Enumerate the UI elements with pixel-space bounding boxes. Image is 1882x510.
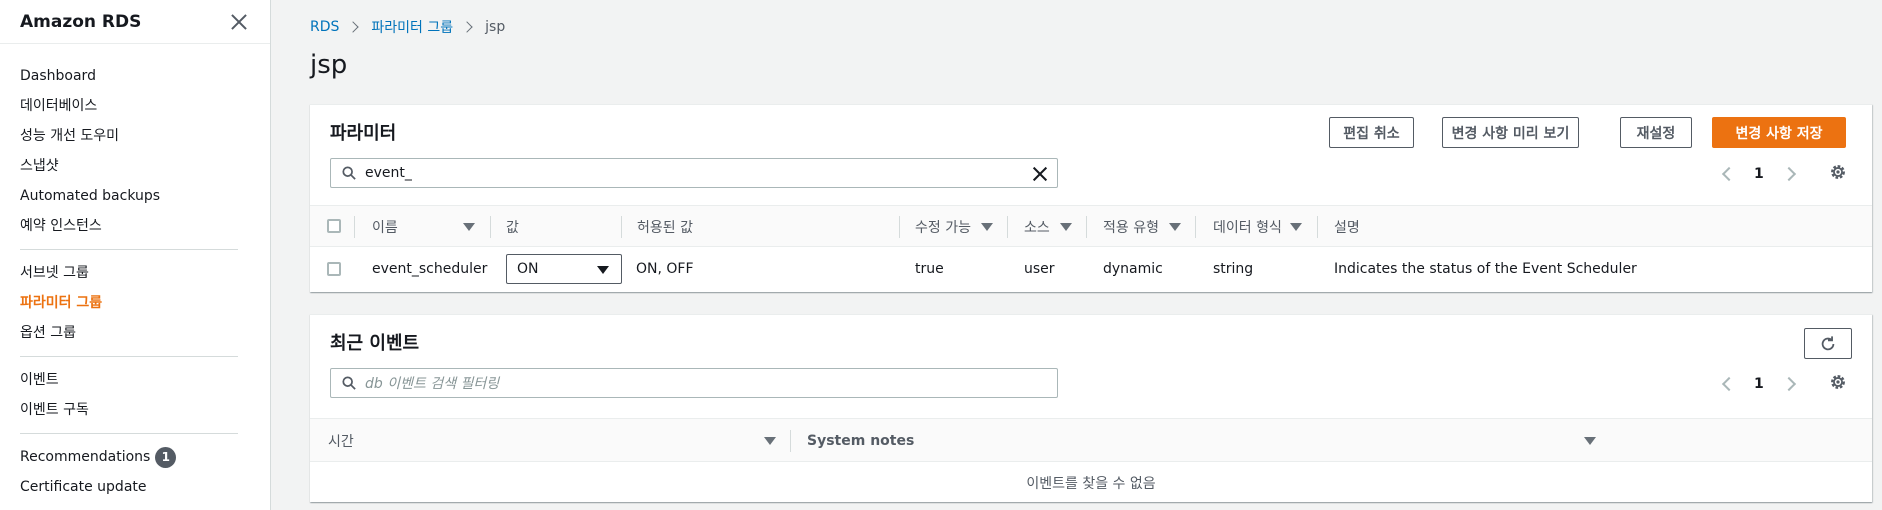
sidebar-item-databases[interactable]: 데이터베이스 (20, 91, 270, 121)
sort-icon[interactable] (981, 223, 993, 231)
gear-icon[interactable] (1829, 373, 1847, 391)
sidebar-item-automated-backups[interactable]: Automated backups (20, 181, 270, 211)
parameters-pagination: 1 (1721, 166, 1796, 182)
sort-icon[interactable] (764, 437, 776, 445)
sidebar-group-2: 서브넷 그룹 파라미터 그룹 옵션 그룹 (0, 250, 270, 354)
column-header-apply-type[interactable]: 적용 유형 (1103, 206, 1159, 248)
breadcrumb-rds[interactable]: RDS (310, 19, 339, 35)
sort-icon[interactable] (463, 223, 475, 231)
cell-data-type: string (1213, 261, 1254, 277)
parameters-panel-title: 파라미터 (330, 123, 397, 144)
column-header-system-notes[interactable]: System notes (807, 419, 914, 463)
search-icon (342, 376, 356, 390)
events-table-header: 시간 System notes (310, 418, 1872, 462)
chevron-right-icon[interactable] (1781, 376, 1796, 392)
recent-events-title: 최근 이벤트 (330, 333, 420, 354)
parameters-search-input[interactable]: event_ (330, 158, 1058, 188)
sidebar: Amazon RDS Dashboard 데이터베이스 성능 개선 도우미 스냅… (0, 0, 271, 510)
sort-icon[interactable] (1584, 437, 1596, 445)
sidebar-group-4: Recommendations 1 Certificate update (0, 434, 270, 508)
sidebar-item-dashboard[interactable]: Dashboard (20, 61, 270, 91)
sidebar-item-recommendations[interactable]: Recommendations 1 (20, 442, 270, 472)
breadcrumb-current: jsp (485, 19, 506, 35)
sidebar-item-subnet-groups[interactable]: 서브넷 그룹 (20, 258, 270, 288)
chevron-left-icon[interactable] (1721, 376, 1737, 392)
recommendations-count-badge: 1 (155, 446, 177, 468)
column-header-time[interactable]: 시간 (328, 419, 354, 463)
chevron-right-icon (347, 21, 360, 33)
cell-apply-type: dynamic (1103, 261, 1163, 277)
parameters-table-header: 이름 값 허용된 값 수정 가능 소스 적용 유형 데이터 형식 설명 (310, 205, 1872, 247)
row-checkbox[interactable] (327, 262, 341, 276)
recent-events-panel: 최근 이벤트 db 이벤트 검색 필터링 1 시간 System notes 이… (310, 314, 1872, 502)
empty-state-message: 이벤트를 찾을 수 없음 (1026, 476, 1156, 492)
sidebar-item-label: Recommendations (20, 449, 151, 465)
sidebar-item-snapshots[interactable]: 스냅샷 (20, 151, 270, 181)
close-icon[interactable] (228, 11, 250, 33)
sidebar-group-1: Dashboard 데이터베이스 성능 개선 도우미 스냅샷 Automated… (0, 44, 270, 247)
search-value: event_ (365, 165, 412, 181)
column-header-source[interactable]: 소스 (1024, 206, 1050, 248)
save-changes-button[interactable]: 변경 사항 저장 (1712, 117, 1846, 148)
refresh-icon (1821, 335, 1835, 350)
sort-icon[interactable] (1169, 223, 1181, 231)
cancel-edit-button[interactable]: 편집 취소 (1329, 117, 1414, 148)
search-icon (342, 166, 356, 180)
preview-changes-button[interactable]: 변경 사항 미리 보기 (1442, 117, 1579, 148)
cell-allowed-values: ON, OFF (636, 261, 694, 277)
breadcrumb-parameter-groups[interactable]: 파라미터 그룹 (371, 17, 453, 37)
parameters-panel: 파라미터 편집 취소 변경 사항 미리 보기 재설정 변경 사항 저장 even… (310, 104, 1872, 292)
sidebar-item-option-groups[interactable]: 옵션 그룹 (20, 318, 270, 348)
page-number[interactable]: 1 (1754, 166, 1764, 182)
sidebar-group-3: 이벤트 이벤트 구독 (0, 357, 270, 431)
column-header-allowed-values[interactable]: 허용된 값 (637, 206, 693, 248)
cell-source: user (1024, 261, 1055, 277)
value-select-label: ON (517, 261, 539, 277)
main-content: RDS 파라미터 그룹 jsp jsp 파라미터 편집 취소 변경 사항 미리 … (272, 0, 1882, 510)
sidebar-item-events[interactable]: 이벤트 (20, 365, 270, 395)
refresh-button[interactable] (1804, 328, 1852, 359)
table-row: event_scheduler ON ON, OFF true user dyn… (310, 248, 1872, 290)
sidebar-title: Amazon RDS (20, 11, 142, 32)
sort-icon[interactable] (1290, 223, 1302, 231)
page-number[interactable]: 1 (1754, 376, 1764, 392)
gear-icon[interactable] (1829, 163, 1847, 181)
page-title: jsp (310, 50, 348, 80)
column-header-data-type[interactable]: 데이터 형식 (1213, 206, 1282, 248)
select-all-checkbox[interactable] (327, 219, 341, 233)
cell-modifiable: true (915, 261, 944, 277)
sort-icon[interactable] (1060, 223, 1072, 231)
chevron-right-icon[interactable] (1781, 166, 1796, 182)
column-header-value[interactable]: 값 (506, 206, 519, 248)
sidebar-item-parameter-groups[interactable]: 파라미터 그룹 (20, 288, 270, 318)
events-search-input[interactable]: db 이벤트 검색 필터링 (330, 368, 1058, 398)
cell-name: event_scheduler (372, 261, 488, 277)
sidebar-item-event-subscriptions[interactable]: 이벤트 구독 (20, 395, 270, 425)
chevron-right-icon (461, 21, 473, 33)
chevron-left-icon[interactable] (1721, 166, 1737, 182)
column-header-modifiable[interactable]: 수정 가능 (915, 206, 971, 248)
events-search-placeholder: db 이벤트 검색 필터링 (365, 376, 500, 392)
sidebar-header: Amazon RDS (0, 0, 270, 44)
column-header-description[interactable]: 설명 (1334, 206, 1360, 248)
reset-button[interactable]: 재설정 (1620, 117, 1692, 148)
cell-description: Indicates the status of the Event Schedu… (1334, 261, 1637, 277)
breadcrumb: RDS 파라미터 그룹 jsp (310, 17, 505, 37)
sidebar-item-reserved-instances[interactable]: 예약 인스턴스 (20, 211, 270, 241)
clear-search-icon[interactable] (1031, 165, 1049, 183)
column-header-name[interactable]: 이름 (372, 206, 398, 248)
sidebar-item-performance-insights[interactable]: 성능 개선 도우미 (20, 121, 270, 151)
events-pagination: 1 (1721, 376, 1796, 392)
caret-down-icon (597, 266, 609, 274)
sidebar-item-certificate-update[interactable]: Certificate update (20, 472, 270, 502)
value-select[interactable]: ON (506, 254, 622, 284)
